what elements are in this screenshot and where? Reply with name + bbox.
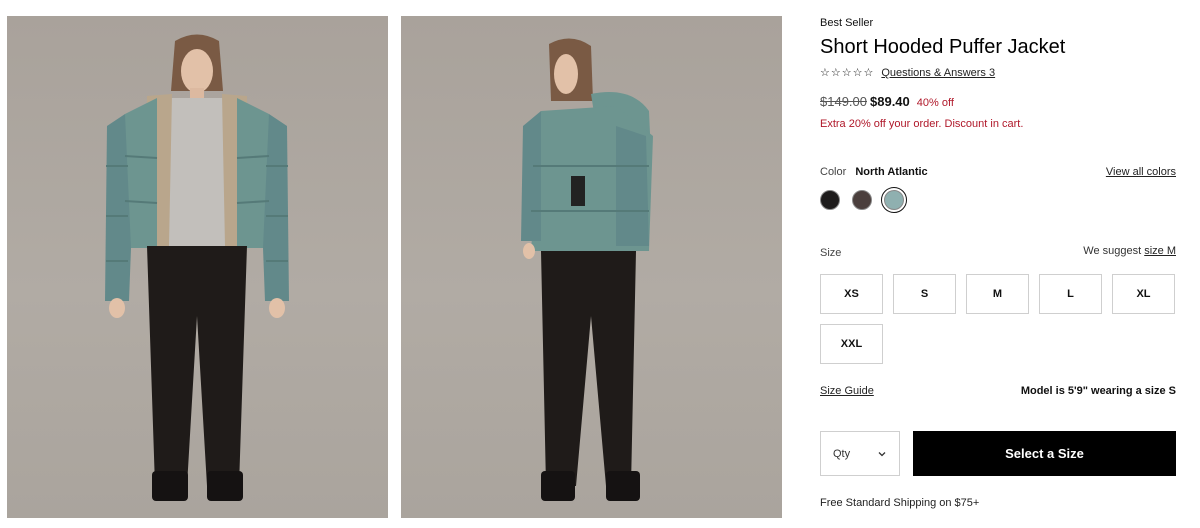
discount-badge: 40% off bbox=[916, 97, 954, 109]
star-outline-icon: ☆ bbox=[830, 67, 841, 79]
star-outline-icon: ☆ bbox=[852, 67, 863, 79]
color-row: Color North Atlantic View all colors bbox=[820, 166, 1176, 178]
selected-color-name: North Atlantic bbox=[855, 166, 928, 178]
view-all-colors-link[interactable]: View all colors bbox=[1106, 166, 1176, 178]
size-option-xs[interactable]: XS bbox=[820, 274, 883, 314]
size-option-l[interactable]: L bbox=[1039, 274, 1102, 314]
price-row: $149.00 $89.40 40% off bbox=[820, 94, 954, 109]
suggest-prefix: We suggest bbox=[1083, 245, 1142, 257]
product-image-front[interactable] bbox=[7, 16, 388, 518]
chevron-down-icon bbox=[878, 451, 886, 456]
product-title: Short Hooded Puffer Jacket bbox=[820, 36, 1066, 58]
select-size-button[interactable]: Select a Size bbox=[913, 431, 1176, 476]
size-suggestion: We suggest size M bbox=[1083, 245, 1176, 257]
model-front-illustration bbox=[105, 34, 289, 501]
qty-label: Qty bbox=[833, 447, 851, 460]
rating-row: ☆ ☆ ☆ ☆ ☆ Questions & Answers 3 bbox=[820, 66, 995, 80]
star-outline-icon: ☆ bbox=[820, 67, 830, 79]
shipping-message: Free Standard Shipping on $75+ bbox=[820, 497, 980, 509]
rating-stars[interactable]: ☆ ☆ ☆ ☆ ☆ bbox=[820, 66, 873, 80]
sale-price: $89.40 bbox=[870, 94, 910, 109]
model-size-info: Model is 5'9" wearing a size S bbox=[1020, 385, 1176, 397]
size-option-xl[interactable]: XL bbox=[1112, 274, 1175, 314]
size-label: Size bbox=[820, 247, 842, 259]
original-price: $149.00 bbox=[820, 94, 867, 109]
size-option-m[interactable]: M bbox=[966, 274, 1029, 314]
color-swatch[interactable] bbox=[852, 190, 872, 210]
quantity-select[interactable]: Qty bbox=[820, 431, 900, 476]
star-outline-icon: ☆ bbox=[841, 67, 852, 79]
promo-message: Extra 20% off your order. Discount in ca… bbox=[820, 118, 1024, 130]
color-label: Color bbox=[820, 166, 847, 178]
size-guide-row: Size Guide Model is 5'9" wearing a size … bbox=[820, 385, 1176, 397]
product-image-back[interactable] bbox=[401, 16, 782, 518]
color-swatch[interactable] bbox=[881, 187, 907, 213]
color-swatches bbox=[820, 187, 907, 213]
suggested-size-link[interactable]: size M bbox=[1144, 245, 1176, 257]
product-details: Best Seller Short Hooded Puffer Jacket ☆… bbox=[820, 0, 1176, 528]
star-outline-icon: ☆ bbox=[863, 67, 874, 79]
size-header: Size We suggest size M bbox=[820, 245, 1176, 259]
color-swatch[interactable] bbox=[820, 190, 840, 210]
best-seller-badge: Best Seller bbox=[820, 17, 874, 29]
size-guide-link[interactable]: Size Guide bbox=[820, 385, 874, 397]
size-option-s[interactable]: S bbox=[893, 274, 956, 314]
questions-answers-link[interactable]: Questions & Answers 3 bbox=[881, 67, 995, 79]
model-back-illustration bbox=[521, 38, 653, 501]
size-option-xxl[interactable]: XXL bbox=[820, 324, 883, 364]
size-options: XS S M L XL XXL bbox=[820, 274, 1180, 364]
